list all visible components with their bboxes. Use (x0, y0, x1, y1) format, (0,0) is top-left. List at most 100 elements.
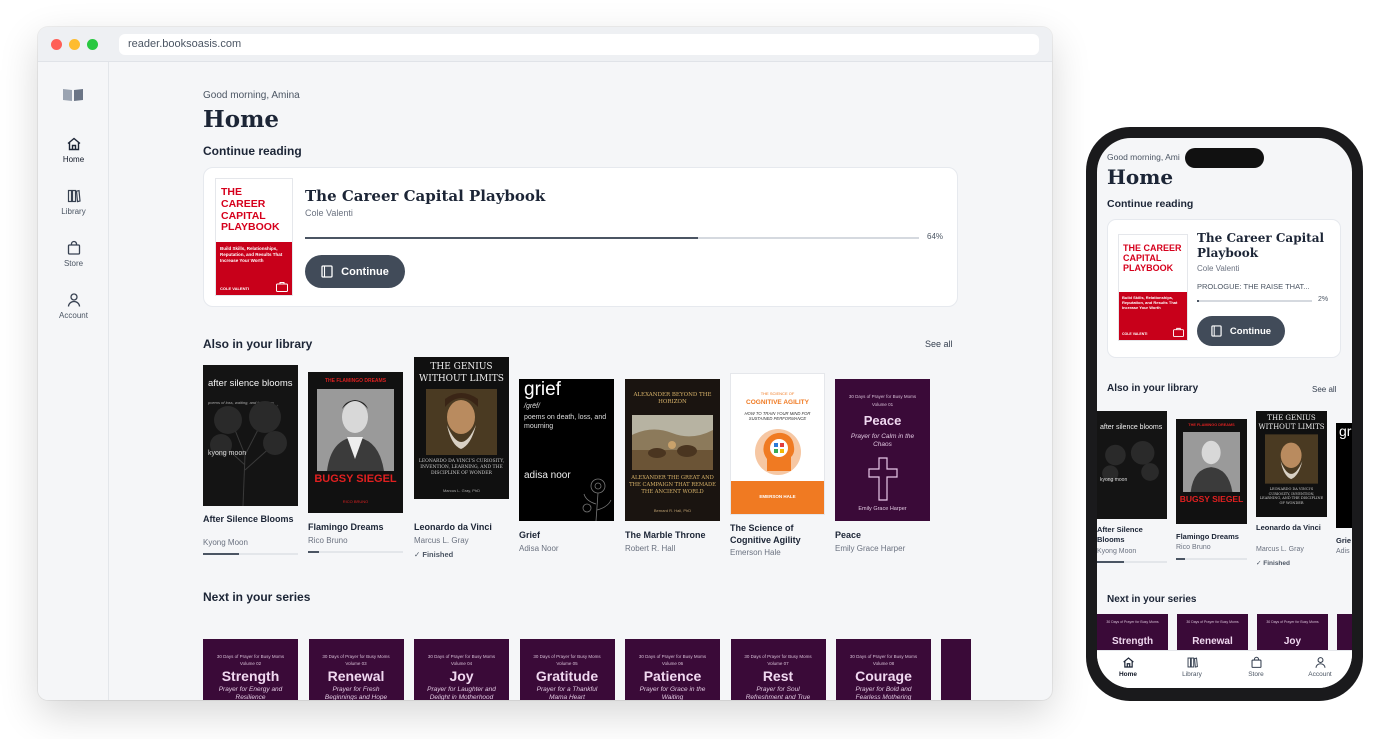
series-book-cover[interactable]: 30 Days of Prayer for Busy Moms Strength (1097, 614, 1168, 654)
cover-title: Strength (221, 668, 280, 684)
book-progress-fill (203, 553, 240, 555)
book-cover[interactable]: THE FLAMINGO DREAMS BUGSY SIEGEL RICO BR… (308, 372, 403, 513)
series-book-cover[interactable]: 30 Days of Prayer for Busy Moms Volume 05… (519, 639, 615, 700)
library-heading: Also in your library (1107, 383, 1199, 394)
book-cover[interactable]: after silence blooms kyong moon (1097, 411, 1167, 519)
book-progress-fill (308, 551, 320, 553)
bottom-tab-bar: Home Library Store Account (1097, 650, 1352, 688)
cover-volume: Volume 08 (872, 661, 895, 666)
book-cover[interactable]: THE FLAMINGO DREAMS BUGSY SIEGEL (1176, 419, 1247, 524)
cover-subtitle: Prayer for Bold and Fearless Mothering (855, 686, 912, 700)
app-logo-book-icon[interactable] (62, 88, 84, 107)
cover-author: Marcus L. Gray, PhD (442, 488, 481, 493)
tab-account[interactable]: Account (1300, 656, 1340, 678)
finished-label: Finished (422, 550, 454, 559)
book-author: Marcus L. Gray (1256, 546, 1304, 553)
book-title[interactable]: The Career Capital Playbook (305, 187, 545, 205)
finished-status: ✓ Finished (1256, 560, 1290, 567)
book-author: Adis (1336, 548, 1350, 555)
sidebar-item-library[interactable]: Library (38, 188, 109, 216)
series-book-cover-partial[interactable] (1337, 614, 1352, 654)
see-all-link[interactable]: See all (925, 339, 953, 349)
book-cover[interactable]: grief (1336, 423, 1352, 528)
library-shelf: after silence blooms poems of loss, wait… (203, 357, 963, 564)
cover-title: THE CAREER CAPITAL PLAYBOOK (1123, 243, 1182, 274)
battle-painting (632, 415, 713, 470)
browser-toolbar: reader.booksoasis.com (38, 27, 1052, 62)
cover-title: grief (524, 379, 561, 400)
book-title: Leonardo da Vinci (414, 522, 492, 532)
sidebar-item-home[interactable]: Home (38, 136, 109, 164)
head-gears-illustration (755, 429, 801, 475)
book-cover[interactable]: THE CAREER CAPITAL PLAYBOOK Build Skills… (1118, 234, 1188, 341)
cover-title: Renewal (327, 668, 385, 684)
continue-reading-heading: Continue reading (1107, 198, 1194, 210)
cover-subtitle: Prayer for Fresh Beginnings and Hope (324, 686, 388, 700)
book-cover[interactable]: after silence blooms poems of loss, wait… (203, 365, 298, 506)
dynamic-island (1185, 148, 1264, 168)
library-heading: Also in your library (203, 337, 313, 351)
address-bar[interactable]: reader.booksoasis.com (119, 34, 1039, 55)
book-title: After Silence Blooms (203, 514, 294, 524)
book-progress-bar (1097, 561, 1167, 563)
close-window-button[interactable] (51, 39, 62, 50)
tab-library[interactable]: Library (1172, 656, 1212, 678)
reading-progress-percent: 2% (1318, 296, 1329, 303)
book-cover[interactable]: grief /grēf/ poems on death, loss, and m… (519, 379, 614, 521)
cover-volume: Volume 04 (450, 661, 473, 666)
reading-progress-fill (1197, 300, 1200, 302)
book-cover[interactable]: ALEXANDER BEYOND THE HORIZON ALEXANDER T… (625, 379, 720, 521)
book-cover[interactable]: THE GENIUS WITHOUT LIMITS LEONARDO DA VI… (414, 357, 509, 499)
cover-author: kyong moon (1100, 477, 1128, 483)
series-book-cover[interactable]: 30 Days of Prayer for Busy Moms Volume 02… (203, 639, 298, 700)
cover-phonetic: /grēf/ (524, 403, 540, 410)
book-cover[interactable]: 30 Days of Prayer for Busy Moms Volume 0… (835, 379, 930, 521)
bag-icon (67, 240, 80, 255)
cover-top: THE SCIENCE OF (760, 391, 795, 396)
cover-subtitle: Prayer for Soul Refreshment and True Sab… (745, 686, 811, 700)
book-cover[interactable]: THE GENIUS WITHOUT LIMITS LEONARDO DA VI… (1256, 411, 1327, 517)
series-book-cover[interactable]: 30 Days of Prayer for Busy Moms Renewal (1177, 614, 1248, 654)
tab-home[interactable]: Home (1108, 656, 1148, 678)
see-all-link[interactable]: See all (1312, 385, 1336, 394)
cover-title: Strength (1111, 636, 1154, 647)
series-book-cover[interactable]: 30 Days of Prayer for Busy Moms Volume 08… (836, 639, 931, 700)
series-book-cover[interactable]: 30 Days of Prayer for Busy Moms Volume 04… (414, 639, 509, 700)
book-author: Emily Grace Harper (835, 544, 906, 553)
book-cover[interactable]: THE SCIENCE OF COGNITIVE AGILITY HOW TO … (730, 373, 825, 515)
cover-title: THE CAREER CAPITAL PLAYBOOK (221, 186, 280, 234)
cover-author: adisa noor (524, 470, 571, 481)
continue-button[interactable]: Continue (305, 255, 405, 288)
tab-store[interactable]: Store (1236, 656, 1276, 678)
portrait-image (426, 389, 497, 455)
series-shelf: 30 Days of Prayer for Busy Moms Volume 02… (203, 639, 973, 700)
cover-series: 30 Days of Prayer for Busy Moms (849, 654, 918, 659)
series-book-cover[interactable]: 30 Days of Prayer for Busy Moms Volume 06… (625, 639, 720, 700)
tab-label: Library (1182, 671, 1202, 678)
sidebar-item-store[interactable]: Store (38, 240, 109, 268)
series-book-cover[interactable]: 30 Days of Prayer for Busy Moms Volume 03… (308, 639, 404, 700)
series-book-cover[interactable]: 30 Days of Prayer for Busy Moms Joy (1257, 614, 1328, 654)
cover-subtitle: Build Skills, Relationships, Reputation,… (1122, 295, 1178, 311)
continue-button[interactable]: Continue (1197, 316, 1285, 346)
portrait-image (317, 389, 394, 471)
tab-label: Store (1248, 671, 1264, 678)
home-icon (67, 137, 80, 151)
maximize-window-button[interactable] (87, 39, 98, 50)
home-icon (1122, 657, 1134, 668)
series-book-cover-partial[interactable] (941, 639, 971, 700)
continue-reading-card[interactable]: THE CAREER CAPITAL PLAYBOOK Build Skills… (1107, 219, 1341, 358)
cover-series: 30 Days of Prayer for Busy Moms (848, 394, 917, 399)
book-author: Adisa Noor (519, 544, 559, 553)
book-cover[interactable]: THE CAREER CAPITAL PLAYBOOK Build Skills… (215, 178, 293, 296)
briefcase-icon (1173, 327, 1184, 337)
cover-title: Gratitude (535, 668, 599, 684)
book-title[interactable]: The Career Capital Playbook (1197, 231, 1332, 261)
sidebar-item-account[interactable]: Account (38, 292, 109, 320)
continue-reading-card[interactable]: THE CAREER CAPITAL PLAYBOOK Build Skills… (203, 167, 958, 307)
cover-series: 30 Days of Prayer for Busy Moms (1106, 620, 1159, 624)
series-book-cover[interactable]: 30 Days of Prayer for Busy Moms Volume 07… (730, 639, 826, 700)
cross-icon (868, 457, 898, 501)
sidebar-item-label: Home (62, 155, 85, 164)
minimize-window-button[interactable] (69, 39, 80, 50)
